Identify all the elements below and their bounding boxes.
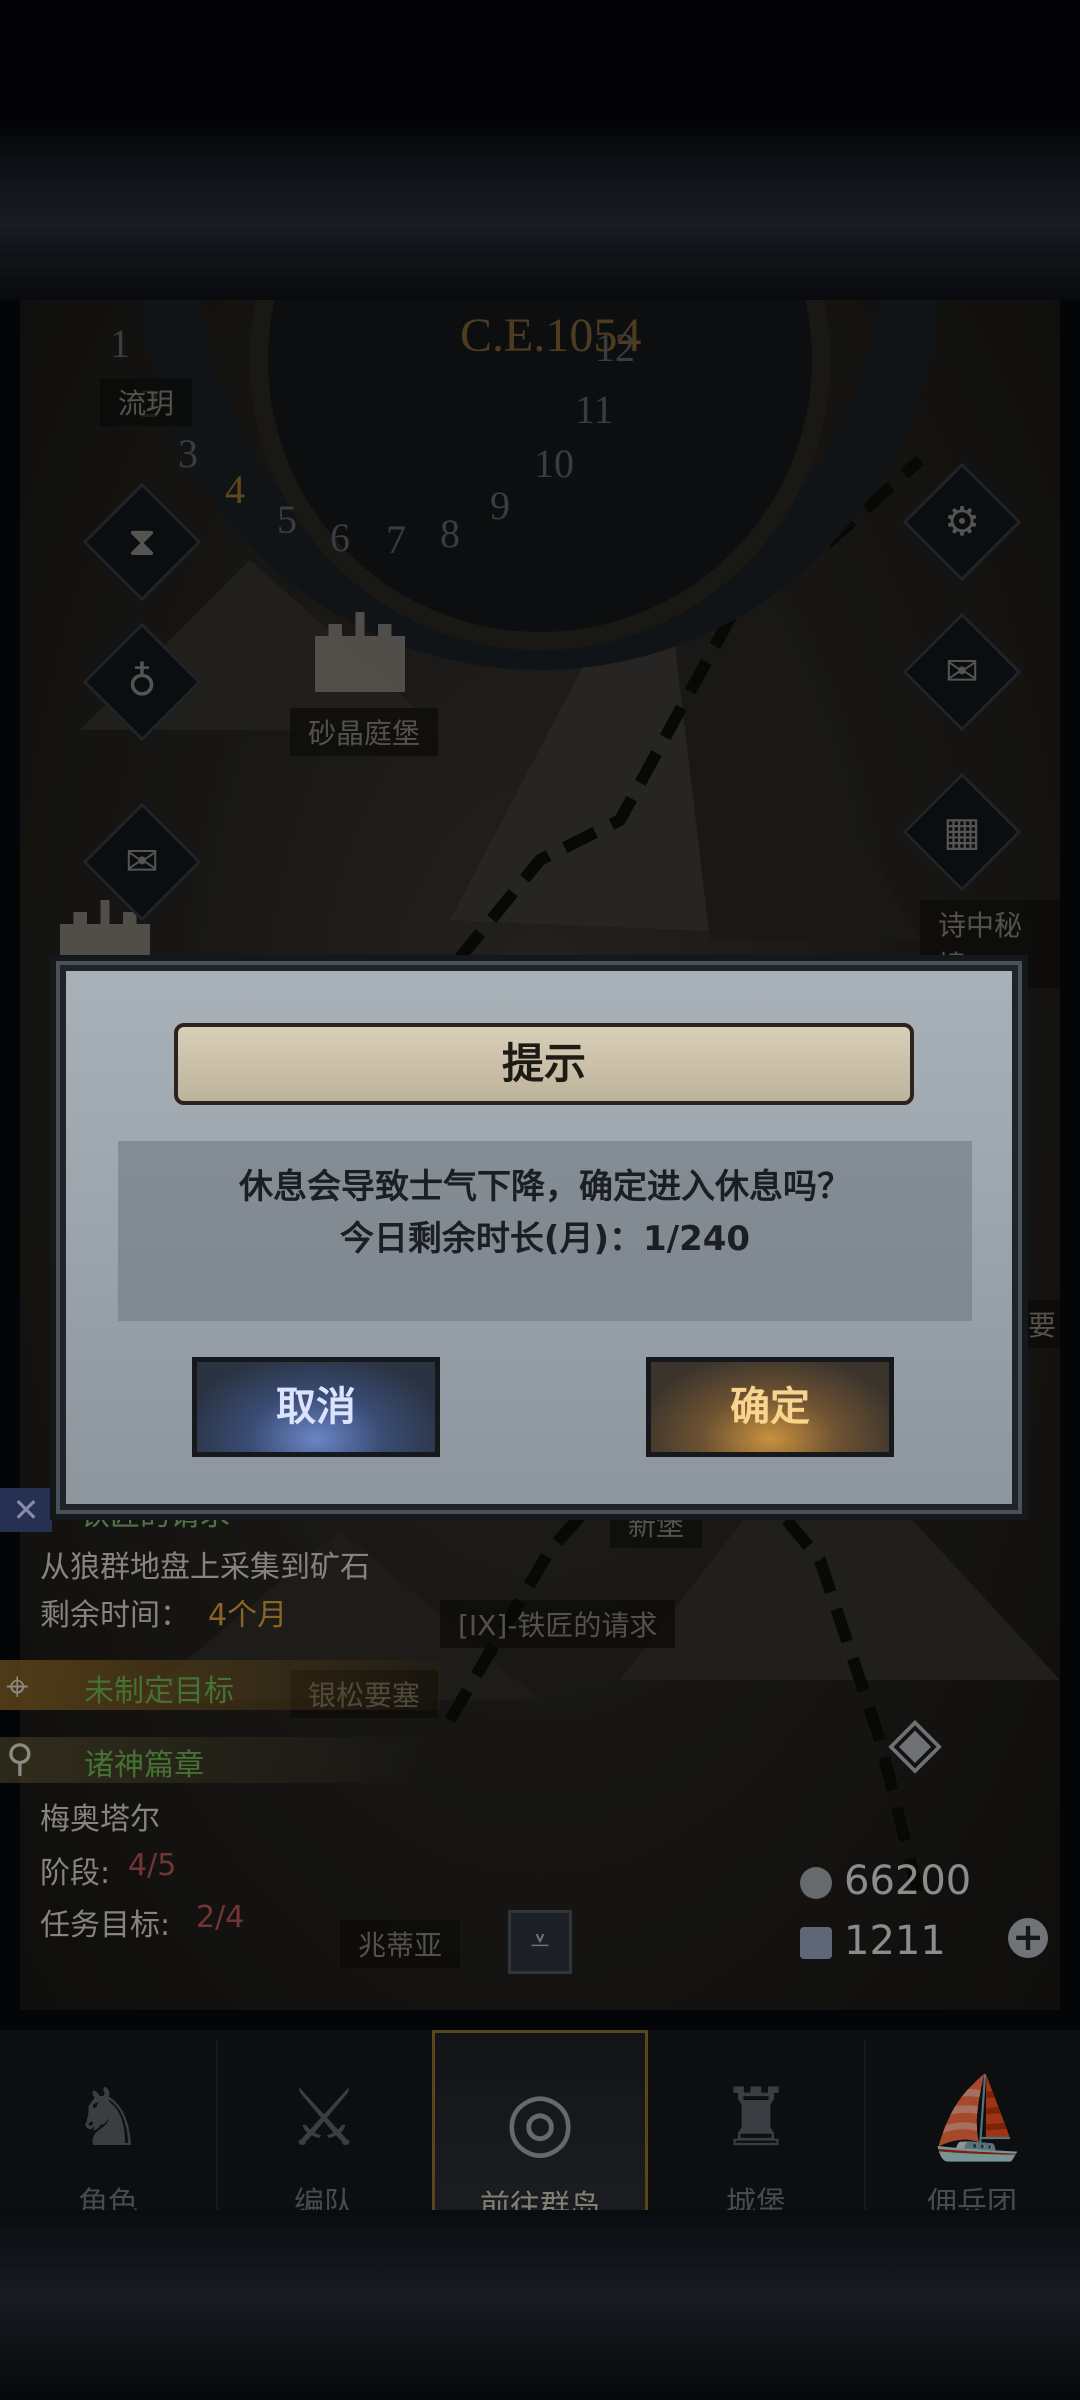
dialog-title: 提示 [174, 1023, 914, 1105]
rest-confirm-dialog: 提示 休息会导致士气下降，确定进入休息吗？ 今日剩余时长(月)：1/240 取消… [60, 965, 1018, 1510]
dialog-message-line2: 今日剩余时长(月)：1/240 [339, 1219, 751, 1259]
dialog-message-line1: 休息会导致士气下降，确定进入休息吗？ [239, 1167, 851, 1207]
confirm-button[interactable]: 确定 [646, 1357, 894, 1457]
cancel-button[interactable]: 取消 [192, 1357, 440, 1457]
dialog-message: 休息会导致士气下降，确定进入休息吗？ 今日剩余时长(月)：1/240 [118, 1141, 972, 1321]
